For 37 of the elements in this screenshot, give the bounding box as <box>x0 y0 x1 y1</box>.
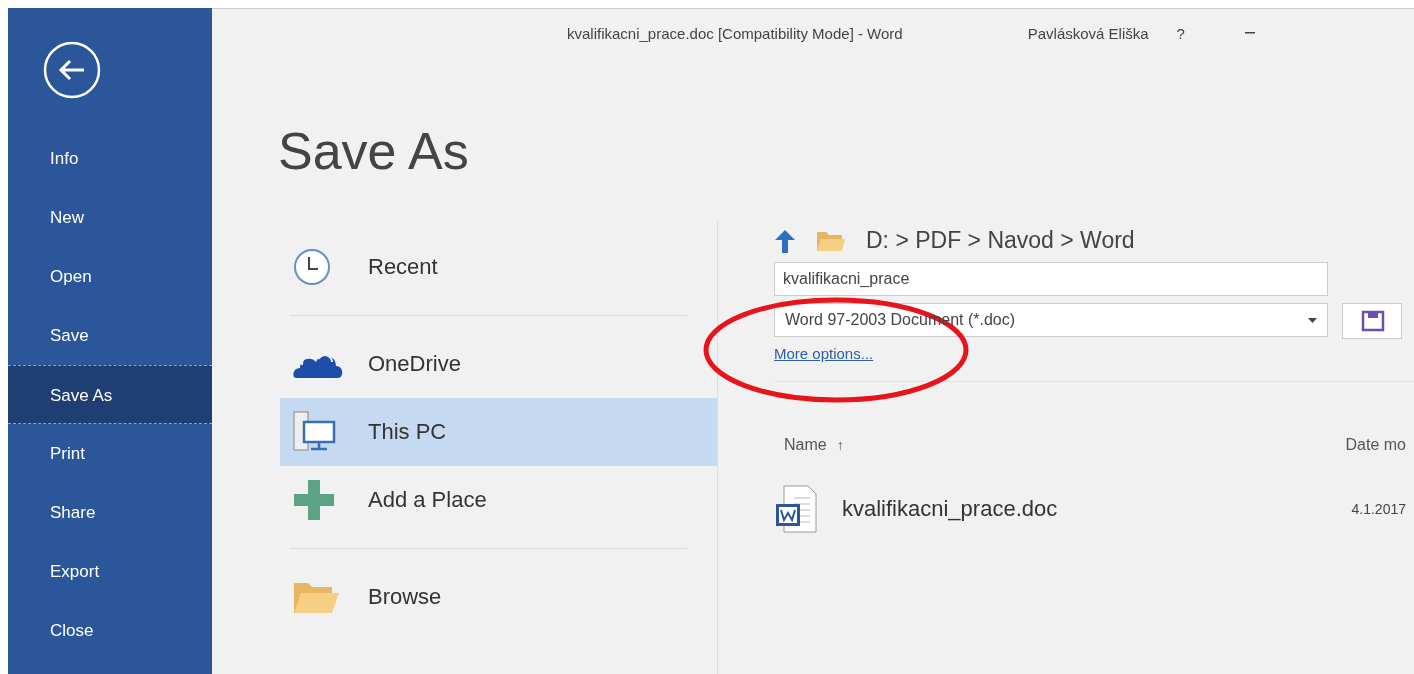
user-name[interactable]: Pavlásková Eliška <box>1027 24 1149 42</box>
place-item[interactable]: This PC <box>280 398 717 466</box>
up-arrow-icon[interactable] <box>774 227 796 254</box>
file-name[interactable]: kvalifikacni_prace.doc <box>842 496 1058 522</box>
plus-icon <box>292 478 336 522</box>
place-item[interactable]: Recent <box>280 233 717 301</box>
column-header[interactable]: Name <box>784 436 827 454</box>
sidebar-item[interactable]: Save <box>8 306 212 365</box>
caret-icon <box>1308 317 1317 323</box>
file-date: 4.1.2017 <box>1351 501 1406 517</box>
file-name-field[interactable]: kvalifikacni_prace <box>774 262 1328 296</box>
place-item[interactable]: Add a Place <box>280 466 717 534</box>
page-heading: Save As <box>278 121 470 181</box>
sidebar-item[interactable]: Info <box>8 129 212 188</box>
save-icon <box>1361 310 1385 332</box>
column-header[interactable]: Date mo <box>1345 436 1406 454</box>
sidebar-item[interactable]: Export <box>8 542 212 601</box>
word-document-icon <box>774 484 820 534</box>
more-options-link[interactable]: More options... <box>774 345 874 362</box>
breadcrumb-path[interactable]: D: > PDF > Navod > Word <box>866 227 1135 254</box>
sidebar-item[interactable]: Save As <box>8 365 212 424</box>
help-button[interactable]: ? <box>1176 24 1185 42</box>
sort-arrow: ↑ <box>836 437 844 453</box>
window-title: kvalifikacni_prace.doc [Compatibility Mode] - Word <box>567 24 903 42</box>
place-item[interactable]: OneDrive <box>280 330 717 398</box>
folder-icon <box>816 229 846 252</box>
place-item[interactable]: Browse <box>280 563 717 631</box>
sidebar-item[interactable]: Close <box>8 601 212 660</box>
save-button[interactable] <box>1342 303 1402 339</box>
sidebar-item[interactable]: Print <box>8 424 212 483</box>
minimize-icon[interactable] <box>1244 32 1255 34</box>
sidebar-item[interactable]: Share <box>8 483 212 542</box>
sidebar-item[interactable]: Open <box>8 247 212 306</box>
sidebar-item[interactable]: New <box>8 188 212 247</box>
back-icon[interactable] <box>42 40 102 100</box>
clock-icon <box>292 247 332 287</box>
computer-icon <box>292 410 338 454</box>
